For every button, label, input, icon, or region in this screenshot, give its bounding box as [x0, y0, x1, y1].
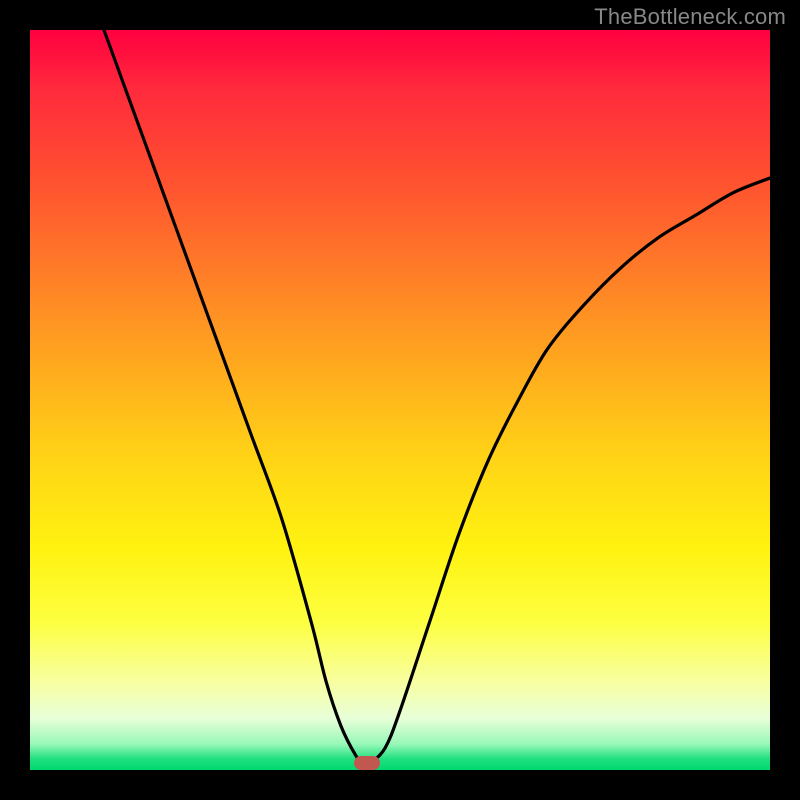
watermark: TheBottleneck.com	[594, 4, 786, 30]
optimum-marker	[354, 756, 380, 770]
bottleneck-curve	[30, 30, 770, 770]
plot-area	[30, 30, 770, 770]
chart-frame: TheBottleneck.com	[0, 0, 800, 800]
